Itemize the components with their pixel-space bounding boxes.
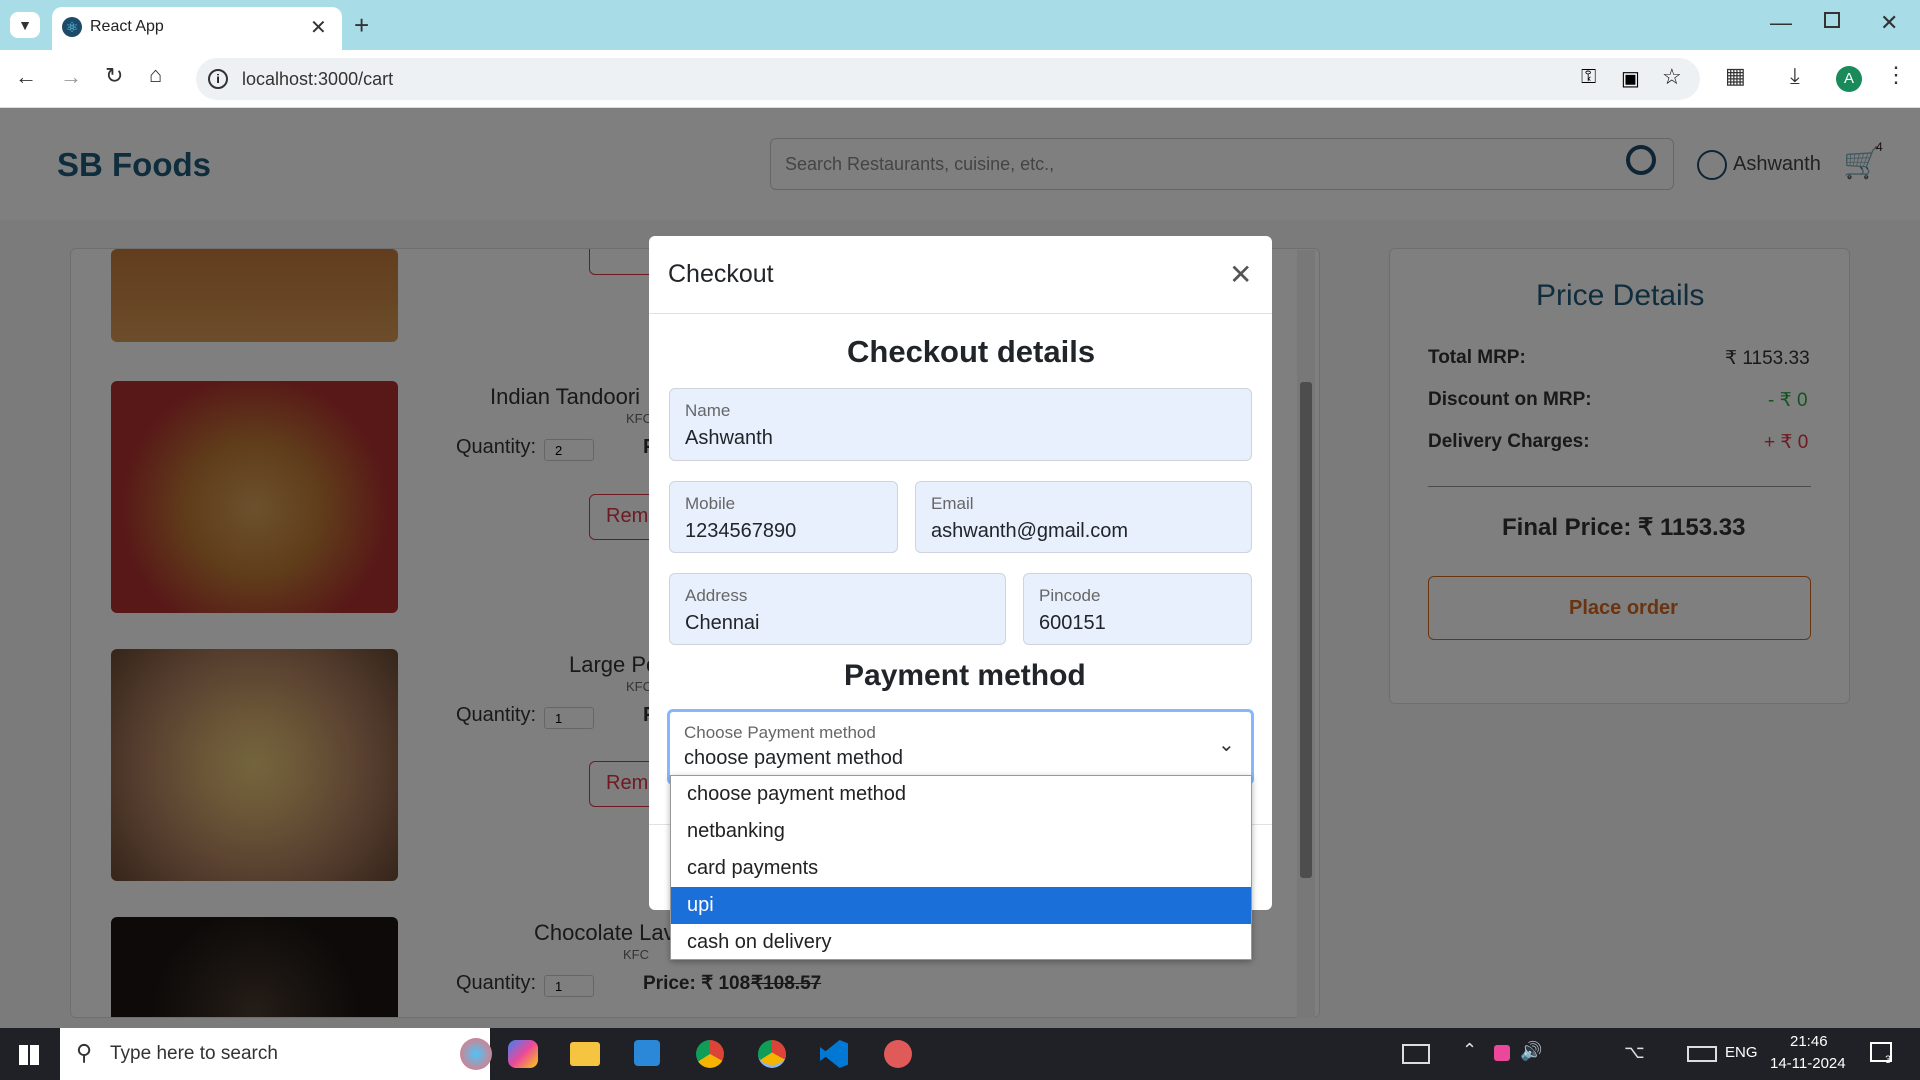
- payment-option[interactable]: choose payment method: [671, 776, 1251, 813]
- url-text: localhost:3000/cart: [242, 69, 394, 89]
- home-icon[interactable]: ⌂: [149, 64, 162, 86]
- pincode-field[interactable]: Pincode 600151: [1023, 573, 1252, 645]
- keyboard-icon[interactable]: [1687, 1046, 1717, 1062]
- back-icon[interactable]: ←: [15, 66, 37, 88]
- downloads-icon[interactable]: ⤓: [1790, 65, 1800, 87]
- tab-list-icon[interactable]: ▼: [10, 12, 40, 38]
- address-bar-area: ← → ↻ ⌂ i localhost:3000/cart ⚿ ▣ ☆ ▦ ⤓ …: [0, 50, 1920, 108]
- network-icon[interactable]: ⌥: [1624, 1042, 1645, 1063]
- search-icon: ⚲: [76, 1040, 93, 1065]
- file-explorer-icon[interactable]: [570, 1042, 600, 1066]
- profile-avatar[interactable]: A: [1836, 66, 1862, 92]
- email-field[interactable]: Email ashwanth@gmail.com: [915, 481, 1252, 553]
- windows-taskbar: ⚲ Type here to search ⌃ 🔊 ⌥ ENG 21:46 14…: [0, 1028, 1920, 1080]
- language-indicator[interactable]: ENG: [1725, 1044, 1758, 1061]
- reload-icon[interactable]: ↻: [105, 65, 123, 87]
- close-window-icon[interactable]: ✕: [1880, 12, 1898, 34]
- browser-tab[interactable]: ⚛ React App ✕: [52, 7, 342, 50]
- address-field[interactable]: Address Chennai: [669, 573, 1006, 645]
- payment-option-selected[interactable]: upi: [671, 887, 1251, 924]
- url-bar[interactable]: i localhost:3000/cart ⚿ ▣ ☆: [196, 58, 1700, 100]
- app-icon[interactable]: [884, 1040, 912, 1068]
- forward-icon[interactable]: →: [60, 66, 82, 88]
- name-field[interactable]: Name Ashwanth: [669, 388, 1252, 461]
- chrome-icon[interactable]: [696, 1040, 724, 1068]
- modal-title: Checkout: [668, 260, 774, 288]
- news-icon[interactable]: [1402, 1044, 1430, 1064]
- page-content: SB Foods Search Restaurants, cuisine, et…: [0, 108, 1920, 1028]
- windows-start-icon[interactable]: [19, 1045, 39, 1065]
- taskbar-search-box[interactable]: ⚲ Type here to search: [60, 1028, 492, 1080]
- close-icon[interactable]: ✕: [1229, 258, 1252, 291]
- mobile-field[interactable]: Mobile 1234567890: [669, 481, 898, 553]
- volume-icon[interactable]: 🔊: [1520, 1041, 1542, 1062]
- chrome-profile-icon[interactable]: [758, 1040, 786, 1068]
- payment-options-list: choose payment method netbanking card pa…: [670, 775, 1252, 960]
- modal-header-divider: [649, 313, 1272, 314]
- search-highlight-icon: [460, 1038, 492, 1070]
- payment-option[interactable]: netbanking: [671, 813, 1251, 850]
- browser-tab-bar: ▼ ⚛ React App ✕ + — ✕: [0, 0, 1920, 50]
- password-key-icon[interactable]: ⚿: [1581, 66, 1596, 89]
- payment-option[interactable]: cash on delivery: [671, 924, 1251, 961]
- clock-date[interactable]: 14-11-2024: [1770, 1055, 1846, 1072]
- clock-time[interactable]: 21:46: [1790, 1033, 1828, 1050]
- tab-title: React App: [90, 18, 164, 35]
- minimize-icon[interactable]: —: [1770, 12, 1792, 34]
- payment-option[interactable]: card payments: [671, 850, 1251, 887]
- new-tab-icon[interactable]: +: [354, 12, 369, 38]
- payment-method-select[interactable]: Choose Payment method choose payment met…: [667, 709, 1254, 785]
- payment-method-title: Payment method: [844, 659, 1086, 692]
- vscode-icon[interactable]: [820, 1040, 848, 1068]
- tray-chevron-icon[interactable]: ⌃: [1462, 1040, 1477, 1061]
- close-tab-icon[interactable]: ✕: [310, 15, 327, 40]
- restore-icon[interactable]: [1824, 12, 1840, 28]
- checkout-details-title: Checkout details: [847, 334, 1096, 369]
- browser-menu-icon[interactable]: ⋮: [1885, 64, 1907, 86]
- install-app-icon[interactable]: ▣: [1621, 66, 1640, 91]
- notification-count: 3: [1885, 1054, 1892, 1066]
- react-favicon-icon: ⚛: [62, 17, 82, 37]
- snipping-tool-icon[interactable]: [634, 1040, 660, 1066]
- tray-app-icon[interactable]: [1494, 1045, 1510, 1061]
- copilot-icon[interactable]: [508, 1040, 538, 1068]
- extensions-icon[interactable]: ▦: [1725, 65, 1746, 87]
- site-info-icon[interactable]: i: [208, 69, 228, 89]
- bookmark-star-icon[interactable]: ☆: [1662, 64, 1682, 90]
- chevron-down-icon: ⌄: [1218, 734, 1235, 756]
